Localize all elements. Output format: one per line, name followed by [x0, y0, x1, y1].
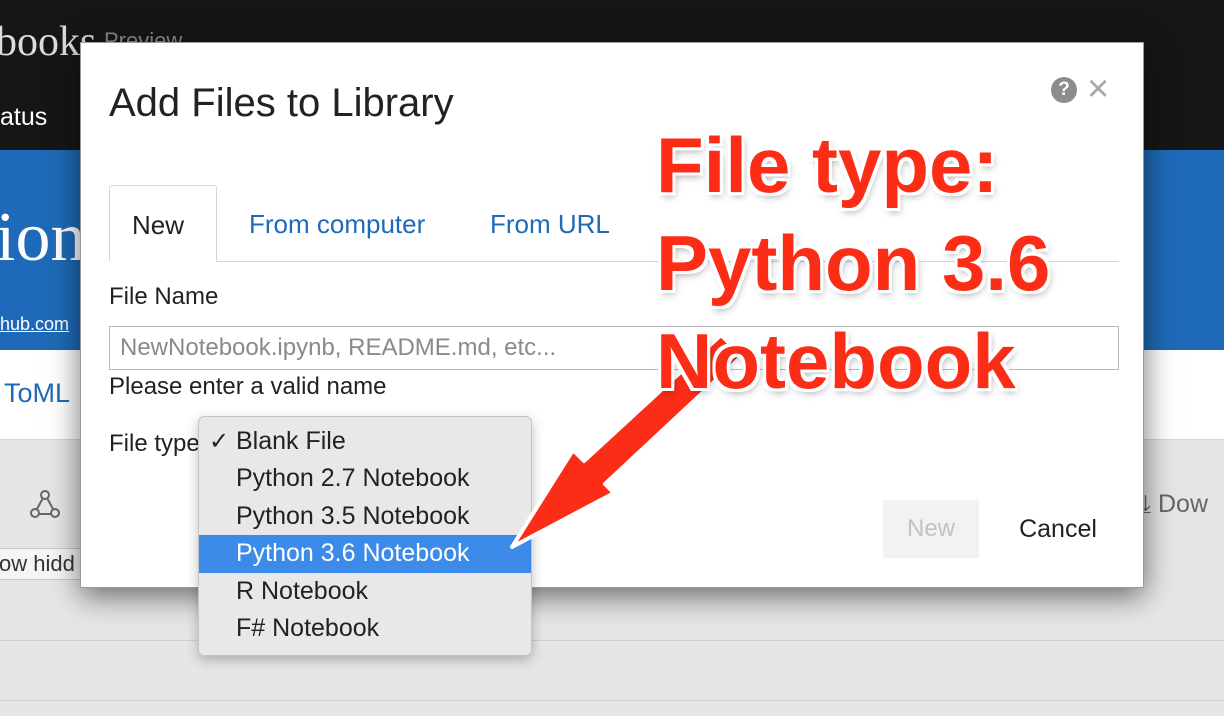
annotation-line: Python 3.6 — [656, 219, 1051, 307]
annotation-line: File type: — [656, 121, 999, 209]
annotation-text: File type: Python 3.6 Notebook — [656, 116, 1050, 410]
annotation-line: Notebook — [656, 317, 1016, 405]
